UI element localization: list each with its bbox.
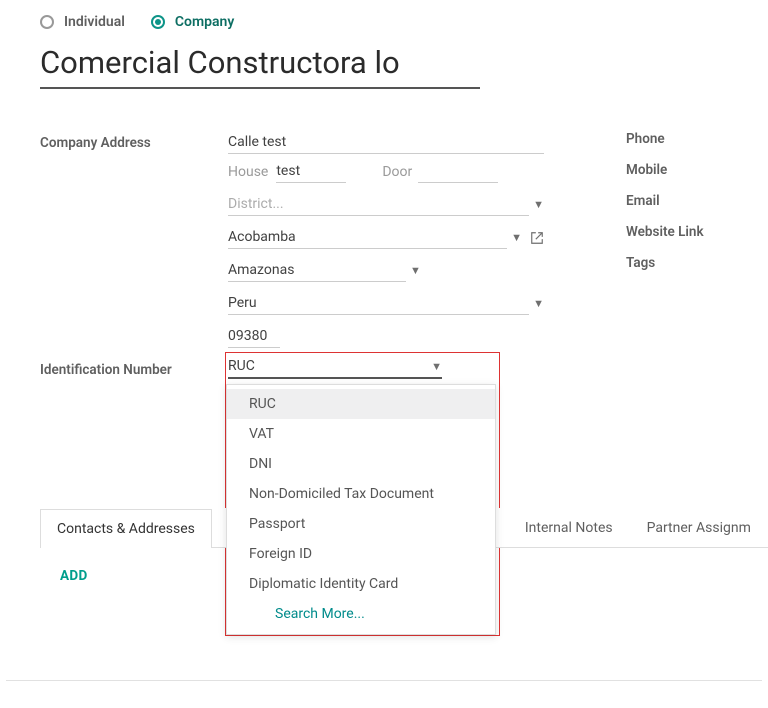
dropdown-option[interactable]: RUC <box>227 389 495 419</box>
dropdown-search-more[interactable]: Search More... <box>227 599 495 628</box>
identification-type-dropdown: RUC VAT DNI Non-Domiciled Tax Document P… <box>226 384 496 635</box>
tab-contacts-addresses[interactable]: Contacts & Addresses <box>40 509 212 548</box>
dropdown-option[interactable]: Foreign ID <box>227 539 495 569</box>
city-select[interactable] <box>228 226 507 249</box>
dropdown-option[interactable]: VAT <box>227 419 495 449</box>
mobile-label: Mobile <box>626 162 704 178</box>
tags-label: Tags <box>626 255 704 271</box>
district-select[interactable] <box>228 193 529 216</box>
chevron-down-icon[interactable]: ▼ <box>410 264 421 277</box>
chevron-down-icon[interactable]: ▼ <box>533 198 544 211</box>
street-input[interactable] <box>228 131 544 154</box>
dropdown-option[interactable]: Non-Domiciled Tax Document <box>227 479 495 509</box>
house-label: House <box>228 164 268 183</box>
company-name-input[interactable] <box>40 42 480 89</box>
chevron-down-icon[interactable]: ▼ <box>511 231 522 244</box>
dropdown-option[interactable]: Diplomatic Identity Card <box>227 569 495 599</box>
company-address-label: Company Address <box>40 131 228 348</box>
chevron-down-icon: ▼ <box>431 360 442 373</box>
chevron-down-icon[interactable]: ▼ <box>533 297 544 310</box>
door-input[interactable] <box>418 160 498 183</box>
email-label: Email <box>626 193 704 209</box>
country-select[interactable] <box>228 292 529 315</box>
door-label: Door <box>382 164 412 183</box>
zip-input[interactable] <box>228 325 280 348</box>
external-link-icon[interactable] <box>530 231 544 245</box>
identification-number-label: Identification Number <box>40 358 228 379</box>
dropdown-option[interactable]: Passport <box>227 509 495 539</box>
house-input[interactable] <box>276 160 346 183</box>
radio-company[interactable] <box>151 15 165 29</box>
website-label: Website Link <box>626 224 704 240</box>
tab-internal-notes[interactable]: Internal Notes <box>508 508 630 547</box>
identification-type-value: RUC <box>228 358 427 374</box>
identification-type-select[interactable]: RUC ▼ <box>228 358 442 379</box>
radio-individual[interactable] <box>40 15 54 29</box>
radio-individual-label: Individual <box>64 14 125 30</box>
divider <box>6 680 762 681</box>
add-button[interactable]: ADD <box>60 568 88 584</box>
dropdown-option[interactable]: DNI <box>227 449 495 479</box>
phone-label: Phone <box>626 131 704 147</box>
tab-partner-assignment[interactable]: Partner Assignm <box>630 508 768 547</box>
state-select[interactable] <box>228 259 406 282</box>
radio-company-label: Company <box>175 14 234 30</box>
